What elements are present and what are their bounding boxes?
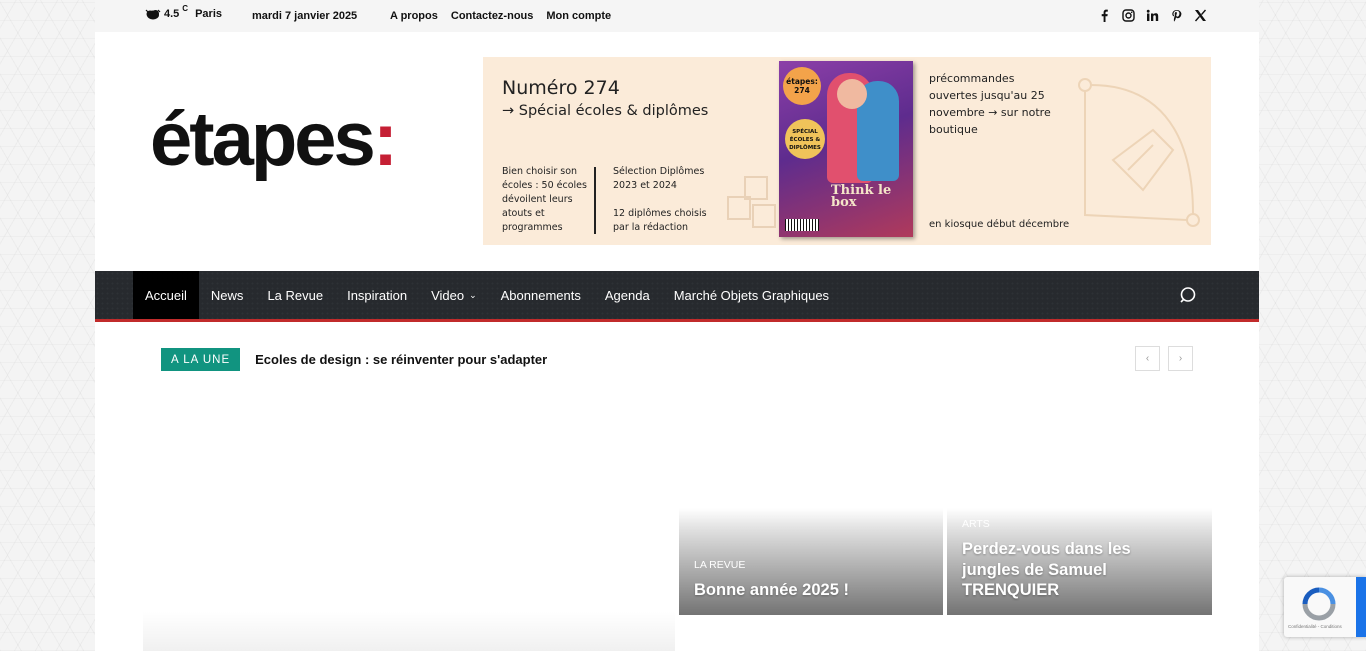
current-date: mardi 7 janvier 2025 [252, 10, 358, 22]
post-card[interactable]: ARTS Perdez-vous dans les jungles de Sam… [947, 402, 1212, 615]
nav-item-inspiration[interactable]: Inspiration [335, 271, 419, 319]
chevron-right-icon: › [1178, 353, 1183, 364]
logo-text: étapes [150, 97, 376, 182]
nav-item-video[interactable]: Video ⌄ [419, 271, 489, 319]
banner-subtitle: → Spécial écoles & diplômes [502, 103, 709, 119]
featured-post-large[interactable] [143, 402, 675, 651]
weather-unit: C [182, 4, 189, 13]
main-nav: Accueil News La Revue Inspiration Video … [95, 271, 1259, 322]
nav-item-marche[interactable]: Marché Objets Graphiques [662, 271, 841, 319]
banner-ad[interactable]: Numéro 274 → Spécial écoles & diplômes B… [483, 57, 1211, 245]
recaptcha-badge[interactable]: Confidentialité - Conditions [1284, 577, 1366, 637]
top-link-contact[interactable]: Contactez-nous [451, 10, 534, 22]
nav-item-agenda[interactable]: Agenda [593, 271, 662, 319]
post-card[interactable]: LA REVUE Bonne année 2025 ! [679, 402, 943, 615]
recaptcha-bar [1356, 577, 1366, 637]
banner-text-selection: Sélection Diplômes 2023 et 2024 [613, 166, 705, 191]
top-bar: 4.5 C Paris mardi 7 janvier 2025 A propo… [95, 0, 1259, 32]
logo-colon: : [372, 97, 398, 182]
nav-item-la-revue[interactable]: La Revue [255, 271, 335, 319]
ticker-label: A LA UNE [161, 348, 241, 371]
post-title[interactable]: Perdez-vous dans les jungles de Samuel T… [962, 539, 1162, 601]
banner-title: Numéro 274 [502, 77, 620, 99]
nav-item-abonnements[interactable]: Abonnements [489, 271, 593, 319]
banner-kiosk-text: en kiosque début décembre [929, 219, 1070, 230]
banner-preorder-text: précommandes ouvertes jusqu'au 25 novemb… [929, 72, 1051, 136]
cloud-rain-icon [145, 9, 161, 20]
ticker-next-button[interactable]: › [1168, 346, 1193, 371]
linkedin-icon[interactable] [1146, 9, 1159, 22]
weather-widget: 4.5 C Paris [145, 4, 222, 20]
chevron-left-icon: ‹ [1145, 353, 1150, 364]
nav-items: Accueil News La Revue Inspiration Video … [133, 271, 841, 319]
post-category[interactable]: LA REVUE [694, 559, 745, 571]
nav-item-video-label: Video [431, 287, 465, 303]
banner-separator [594, 167, 596, 234]
weather-city: Paris [195, 8, 222, 20]
ticker-prev-button[interactable]: ‹ [1135, 346, 1160, 371]
chevron-down-icon: ⌄ [469, 289, 477, 300]
featured-post-shade [143, 611, 675, 651]
pen-nib-icon [1078, 78, 1200, 227]
cover-art-title: Think le box [831, 183, 892, 210]
nav-item-news[interactable]: News [199, 271, 256, 319]
recaptcha-text[interactable]: Confidentialité - Conditions [1288, 624, 1342, 629]
pinterest-icon[interactable] [1170, 9, 1183, 22]
post-title[interactable]: Bonne année 2025 ! [694, 580, 929, 601]
cover-brand-badge: étapes: 274 [783, 67, 821, 105]
ticker-headline[interactable]: Ecoles de design : se réinventer pour s'… [255, 352, 547, 367]
top-link-a-propos[interactable]: A propos [390, 10, 438, 22]
site-container: 4.5 C Paris mardi 7 janvier 2025 A propo… [95, 0, 1259, 651]
banner-text-diplomas: 12 diplômes choisis par la rédaction [613, 208, 707, 233]
social-links [1098, 9, 1207, 22]
banner-text-schools: Bien choisir son écoles : 50 écoles dévo… [502, 166, 587, 233]
magazine-cover: étapes: 274 SPÉCIAL ÉCOLES & DIPLÔMES Th… [779, 61, 913, 237]
top-links: A propos Contactez-nous Mon compte [390, 10, 611, 22]
cover-barcode [785, 219, 819, 231]
instagram-icon[interactable] [1122, 9, 1135, 22]
weather-temp: 4.5 [164, 8, 180, 20]
post-category[interactable]: ARTS [962, 518, 990, 530]
top-link-mon-compte[interactable]: Mon compte [546, 10, 611, 22]
facebook-icon[interactable] [1098, 9, 1111, 22]
ticker-controls: ‹ › [1135, 346, 1193, 371]
cover-special-badge: SPÉCIAL ÉCOLES & DIPLÔMES [785, 119, 825, 159]
recaptcha-icon [1302, 587, 1336, 621]
cover-face [837, 79, 867, 109]
nav-item-accueil[interactable]: Accueil [133, 271, 199, 319]
news-ticker: A LA UNE Ecoles de design : se réinvente… [161, 348, 547, 371]
x-icon[interactable] [1194, 9, 1207, 22]
search-icon[interactable] [1179, 286, 1197, 304]
site-logo[interactable]: étapes: [150, 102, 398, 178]
